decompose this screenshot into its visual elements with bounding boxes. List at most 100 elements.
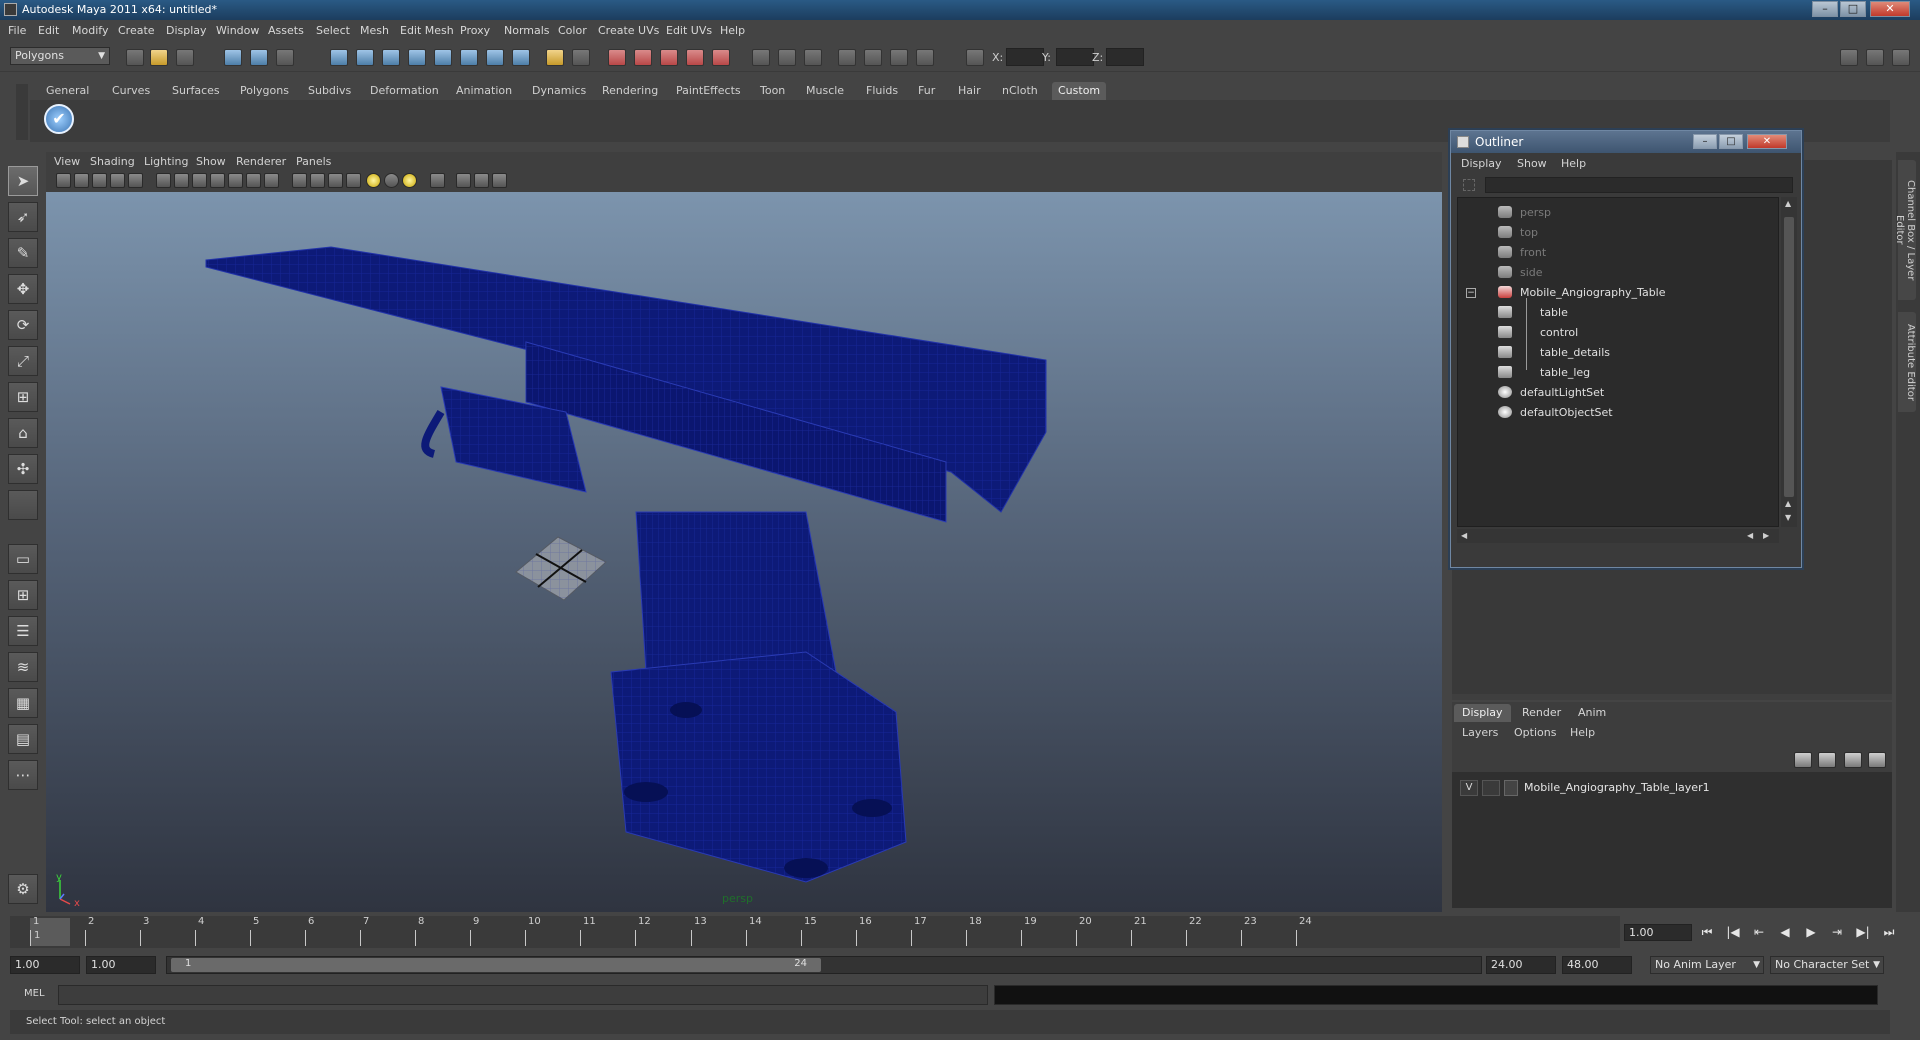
outliner-close-button[interactable]: ✕ bbox=[1747, 134, 1787, 149]
bookmarks-icon[interactable] bbox=[92, 173, 107, 188]
outliner-item-table-leg[interactable]: table_leg bbox=[1498, 364, 1590, 382]
ipr-render-icon[interactable] bbox=[890, 49, 908, 66]
tab-channel-box-layer-editor[interactable]: Channel Box / Layer Editor bbox=[1894, 160, 1916, 300]
layer-visibility-toggle[interactable]: V bbox=[1460, 780, 1478, 796]
outliner-item-table[interactable]: table bbox=[1498, 304, 1568, 322]
outliner-item-front[interactable]: front bbox=[1498, 244, 1546, 262]
save-scene-icon[interactable] bbox=[176, 49, 194, 66]
range-slider-track[interactable]: 1 24 bbox=[166, 956, 1482, 974]
wireframe-on-shaded-icon[interactable] bbox=[328, 173, 343, 188]
safe-action-icon[interactable] bbox=[246, 173, 261, 188]
select-by-component-icon[interactable] bbox=[276, 49, 294, 66]
outliner-item-table-details[interactable]: table_details bbox=[1498, 344, 1610, 362]
universal-manipulator-button[interactable]: ⊞ bbox=[8, 382, 38, 412]
select-rendering-icon[interactable] bbox=[486, 49, 504, 66]
maximize-button[interactable]: □ bbox=[1840, 1, 1866, 17]
collapse-toggle[interactable]: − bbox=[1466, 288, 1476, 298]
menu-edit[interactable]: Edit bbox=[38, 24, 59, 37]
channel-box-splitter[interactable] bbox=[1452, 694, 1892, 700]
lock-selection-icon[interactable] bbox=[546, 49, 564, 66]
render-frame-icon[interactable] bbox=[864, 49, 882, 66]
textured-icon[interactable] bbox=[346, 173, 361, 188]
tab-surfaces[interactable]: Surfaces bbox=[166, 82, 226, 100]
filter-toggle-icon[interactable] bbox=[1463, 179, 1475, 191]
tab-render-layers[interactable]: Render bbox=[1514, 704, 1569, 722]
outliner-title-bar[interactable]: Outliner – □ ✕ bbox=[1451, 131, 1801, 153]
panel-menu-view[interactable]: View bbox=[54, 155, 80, 168]
snap-curve-icon[interactable] bbox=[634, 49, 652, 66]
menu-edit-mesh[interactable]: Edit Mesh bbox=[400, 24, 454, 37]
outliner-minimize-button[interactable]: – bbox=[1693, 134, 1717, 149]
show-hide-channel-box-icon[interactable] bbox=[1892, 49, 1910, 66]
gate-mask-icon[interactable] bbox=[210, 173, 225, 188]
hypershade-layout-button[interactable]: ▦ bbox=[8, 688, 38, 718]
outliner-vertical-scrollbar[interactable]: ▲ ▲ ▼ bbox=[1781, 197, 1797, 527]
tab-animation[interactable]: Animation bbox=[450, 82, 518, 100]
layout-options-button[interactable]: ⋯ bbox=[8, 760, 38, 790]
tab-fluids[interactable]: Fluids bbox=[860, 82, 904, 100]
anim-layer-selector[interactable]: No Anim Layer ▼ bbox=[1650, 956, 1764, 974]
menu-file[interactable]: File bbox=[8, 24, 26, 37]
select-surfaces-icon[interactable] bbox=[408, 49, 426, 66]
safe-title-icon[interactable] bbox=[264, 173, 279, 188]
3d-viewport[interactable]: y x persp bbox=[46, 192, 1442, 912]
make-live-icon[interactable] bbox=[712, 49, 730, 66]
step-back-key-button[interactable]: |◀ bbox=[1722, 922, 1744, 942]
select-tool-button[interactable]: ➤ bbox=[8, 166, 38, 196]
highlight-selection-icon[interactable] bbox=[572, 49, 590, 66]
panel-menu-show[interactable]: Show bbox=[196, 155, 226, 168]
layer-color-swatch[interactable] bbox=[1504, 780, 1518, 796]
z-field[interactable] bbox=[1106, 48, 1144, 66]
tab-custom[interactable]: Custom bbox=[1052, 82, 1107, 100]
outliner-item-control[interactable]: control bbox=[1498, 324, 1578, 342]
menu-display[interactable]: Display bbox=[166, 24, 207, 37]
scroll-down-arrow-icon[interactable]: ▼ bbox=[1785, 513, 1791, 522]
layer-menu-help[interactable]: Help bbox=[1570, 726, 1595, 739]
outliner-item-default-object-set[interactable]: defaultObjectSet bbox=[1498, 404, 1613, 422]
field-chart-icon[interactable] bbox=[228, 173, 243, 188]
grid-icon[interactable] bbox=[156, 173, 171, 188]
shelf-handle[interactable] bbox=[16, 84, 28, 140]
outliner-maximize-button[interactable]: □ bbox=[1719, 134, 1743, 149]
layer-display-type-toggle[interactable] bbox=[1482, 780, 1500, 796]
x-field[interactable] bbox=[1006, 48, 1044, 66]
range-slider-bar[interactable]: 1 24 bbox=[171, 958, 821, 972]
hud-icon[interactable] bbox=[492, 173, 507, 188]
y-field[interactable] bbox=[1056, 48, 1094, 66]
rotate-tool-button[interactable]: ⟳ bbox=[8, 310, 38, 340]
time-slider[interactable]: 1 1 2 3 4 5 6 7 8 9 10 11 12 13 14 15 16 17 18 19 20 21 22 23 2… bbox=[10, 916, 1620, 948]
menu-normals[interactable]: Normals bbox=[504, 24, 550, 37]
outliner-item-mobile-angiography-table[interactable]: Mobile_Angiography_Table bbox=[1498, 284, 1666, 302]
construction-history-icon[interactable] bbox=[804, 49, 822, 66]
default-lighting-icon[interactable] bbox=[366, 173, 381, 188]
panel-menu-panels[interactable]: Panels bbox=[296, 155, 331, 168]
step-forward-key-button[interactable]: ▶| bbox=[1852, 922, 1874, 942]
menu-proxy[interactable]: Proxy bbox=[460, 24, 490, 37]
move-layer-up-icon[interactable] bbox=[1794, 752, 1812, 768]
play-forwards-button[interactable]: ▶ bbox=[1800, 922, 1822, 942]
menu-mesh[interactable]: Mesh bbox=[360, 24, 389, 37]
scroll-left-arrow-icon[interactable]: ◀ bbox=[1461, 531, 1467, 540]
show-hide-tool-settings-icon[interactable] bbox=[1866, 49, 1884, 66]
quick-layout-button[interactable]: ⚙ bbox=[8, 874, 38, 904]
image-plane-icon[interactable] bbox=[110, 173, 125, 188]
outliner-item-persp[interactable]: persp bbox=[1498, 204, 1551, 222]
panel-menu-renderer[interactable]: Renderer bbox=[236, 155, 286, 168]
menu-create[interactable]: Create bbox=[118, 24, 155, 37]
select-joints-icon[interactable] bbox=[356, 49, 374, 66]
outliner-filter-input[interactable] bbox=[1485, 177, 1793, 193]
animation-start-field[interactable]: 1.00 bbox=[10, 956, 80, 974]
menu-color[interactable]: Color bbox=[558, 24, 587, 37]
tab-general[interactable]: General bbox=[40, 82, 95, 100]
move-layer-down-icon[interactable] bbox=[1818, 752, 1836, 768]
soft-mod-tool-button[interactable]: ⌂ bbox=[8, 418, 38, 448]
tab-dynamics[interactable]: Dynamics bbox=[526, 82, 592, 100]
tab-ncloth[interactable]: nCloth bbox=[996, 82, 1044, 100]
film-gate-icon[interactable] bbox=[174, 173, 189, 188]
scrollbar-thumb[interactable] bbox=[1784, 217, 1794, 497]
scroll-up-arrow-icon[interactable]: ▲ bbox=[1785, 499, 1791, 508]
play-backwards-button[interactable]: ◀ bbox=[1774, 922, 1796, 942]
command-input[interactable] bbox=[58, 985, 988, 1005]
snap-view-plane-icon[interactable] bbox=[686, 49, 704, 66]
scroll-right-arrow-icon[interactable]: ▶ bbox=[1763, 531, 1769, 540]
